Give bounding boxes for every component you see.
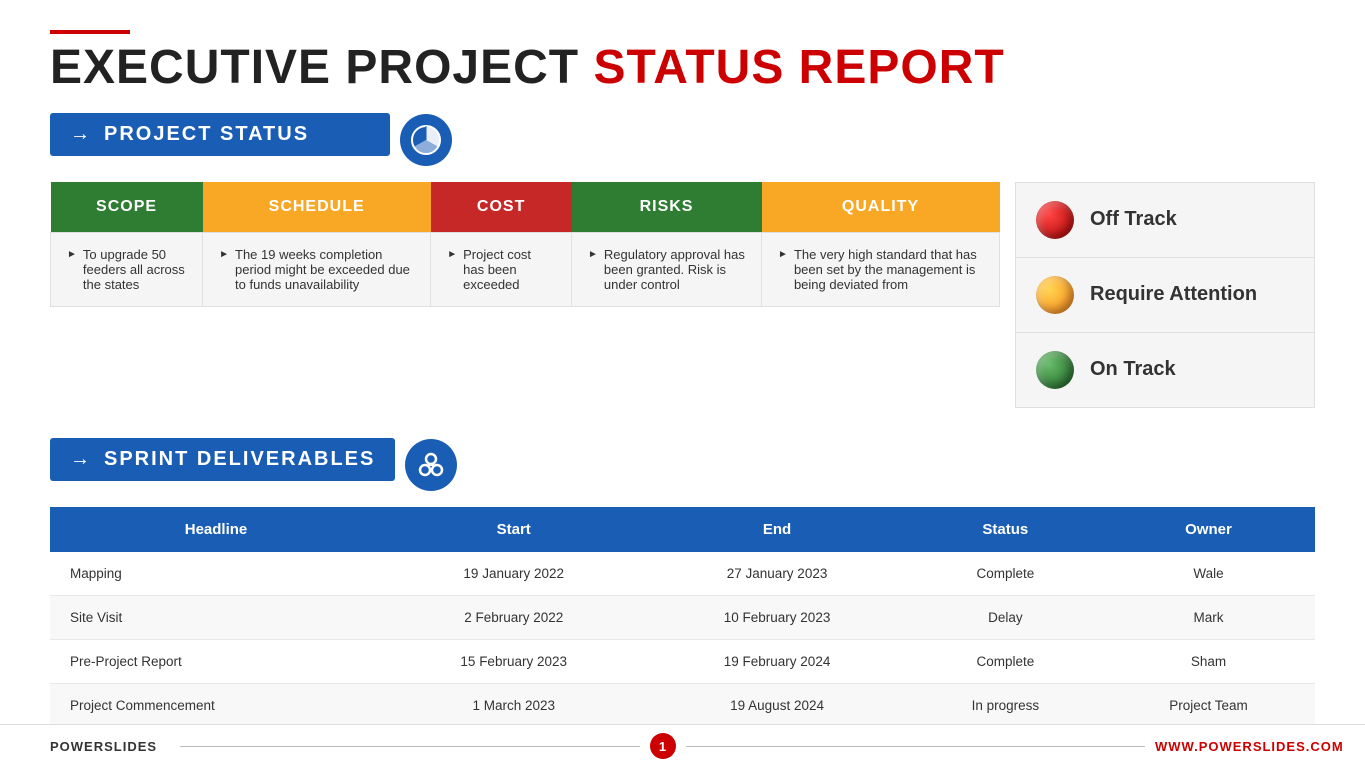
- on-track-dot: [1036, 351, 1074, 389]
- scope-bullet: ► To upgrade 50 feeders all across the s…: [67, 247, 186, 292]
- col-end-header: End: [645, 507, 908, 552]
- project-status-header: → PROJECT STATUS: [50, 113, 390, 156]
- sprint-owner-2: Mark: [1102, 595, 1315, 639]
- arrow-icon-2: →: [70, 448, 90, 471]
- bullet-icon: ►: [67, 249, 77, 260]
- legend-item-off-track: Off Track: [1016, 183, 1314, 258]
- sprint-table-header-row: Headline Start End Status Owner: [50, 507, 1315, 552]
- scope-cell: ► To upgrade 50 feeders all across the s…: [51, 232, 203, 306]
- project-status-icon: [400, 114, 452, 166]
- quality-bullet: ► The very high standard that has been s…: [778, 247, 983, 292]
- quality-text: The very high standard that has been set…: [794, 247, 983, 292]
- bullet-icon: ►: [447, 249, 457, 260]
- risks-cell: ► Regulatory approval has been granted. …: [572, 232, 762, 306]
- status-table-row: ► To upgrade 50 feeders all across the s…: [51, 232, 1000, 306]
- bullet-icon: ►: [219, 249, 229, 260]
- col-schedule-header: SCHEDULE: [203, 182, 431, 233]
- sprint-row-3: Pre-Project Report 15 February 2023 19 F…: [50, 639, 1315, 683]
- sprint-owner-1: Wale: [1102, 552, 1315, 596]
- sprint-row-2: Site Visit 2 February 2022 10 February 2…: [50, 595, 1315, 639]
- title-black: EXECUTIVE PROJECT: [50, 41, 593, 94]
- sprint-owner-4: Project Team: [1102, 683, 1315, 727]
- cost-text: Project cost has been exceeded: [463, 247, 555, 292]
- main-title: EXECUTIVE PROJECT STATUS REPORT: [50, 42, 1315, 95]
- sprint-owner-3: Sham: [1102, 639, 1315, 683]
- sprint-row-1: Mapping 19 January 2022 27 January 2023 …: [50, 552, 1315, 596]
- footer-line-left: [180, 746, 640, 747]
- cost-cell: ► Project cost has been exceeded: [431, 232, 572, 306]
- col-owner-header: Owner: [1102, 507, 1315, 552]
- main-container: EXECUTIVE PROJECT STATUS REPORT → PROJEC…: [0, 0, 1365, 748]
- sprint-end-1: 27 January 2023: [645, 552, 908, 596]
- require-attention-dot: [1036, 276, 1074, 314]
- legend-item-on-track: On Track: [1016, 333, 1314, 407]
- sprint-start-4: 1 March 2023: [382, 683, 645, 727]
- sprint-end-3: 19 February 2024: [645, 639, 908, 683]
- sprint-status-1: Complete: [909, 552, 1102, 596]
- footer-brand: POWERSLIDES: [50, 739, 170, 754]
- footer: POWERSLIDES 1 WWW.POWERSLIDES.COM: [0, 724, 1365, 767]
- footer-line-right: [686, 746, 1146, 747]
- quality-cell: ► The very high standard that has been s…: [762, 232, 1000, 306]
- sprint-headline-2: Site Visit: [50, 595, 382, 639]
- footer-website: WWW.POWERSLIDES.COM: [1155, 739, 1315, 754]
- project-status-section: → PROJECT STATUS SCOPE SCHEDULE: [50, 113, 1315, 408]
- sprint-start-2: 2 February 2022: [382, 595, 645, 639]
- status-table-wrap: SCOPE SCHEDULE COST RISKS QUALITY ► To u…: [50, 182, 1315, 408]
- sprint-status-2: Delay: [909, 595, 1102, 639]
- col-scope-header: SCOPE: [51, 182, 203, 233]
- legend-item-require-attention: Require Attention: [1016, 258, 1314, 333]
- sprint-section: → SPRINT DELIVERABLES Headline: [50, 438, 1315, 728]
- schedule-cell: ► The 19 weeks completion period might b…: [203, 232, 431, 306]
- sprint-headline-1: Mapping: [50, 552, 382, 596]
- legend-box: Off Track Require Attention On Track: [1015, 182, 1315, 408]
- scope-text: To upgrade 50 feeders all across the sta…: [83, 247, 186, 292]
- col-start-header: Start: [382, 507, 645, 552]
- sprint-header: → SPRINT DELIVERABLES: [50, 438, 395, 481]
- bullet-icon: ►: [588, 249, 598, 260]
- footer-page-number: 1: [650, 733, 676, 759]
- schedule-bullet: ► The 19 weeks completion period might b…: [219, 247, 414, 292]
- title-red: STATUS REPORT: [593, 41, 1004, 94]
- status-table: SCOPE SCHEDULE COST RISKS QUALITY ► To u…: [50, 182, 1000, 307]
- sprint-icon: [405, 439, 457, 491]
- col-risks-header: RISKS: [572, 182, 762, 233]
- col-status-header: Status: [909, 507, 1102, 552]
- cost-bullet: ► Project cost has been exceeded: [447, 247, 555, 292]
- off-track-dot: [1036, 201, 1074, 239]
- col-headline-header: Headline: [50, 507, 382, 552]
- title-bar: EXECUTIVE PROJECT STATUS REPORT: [50, 30, 1315, 95]
- bullet-icon: ►: [778, 249, 788, 260]
- risks-text: Regulatory approval has been granted. Ri…: [604, 247, 745, 292]
- sprint-status-3: Complete: [909, 639, 1102, 683]
- sprint-start-3: 15 February 2023: [382, 639, 645, 683]
- sprint-end-2: 10 February 2023: [645, 595, 908, 639]
- sprint-headline-4: Project Commencement: [50, 683, 382, 727]
- off-track-label: Off Track: [1090, 208, 1177, 231]
- trefoil-icon: [416, 450, 446, 480]
- arrow-icon: →: [70, 123, 90, 146]
- sprint-title: SPRINT DELIVERABLES: [104, 448, 375, 471]
- sprint-end-4: 19 August 2024: [645, 683, 908, 727]
- require-attention-label: Require Attention: [1090, 283, 1257, 306]
- on-track-label: On Track: [1090, 358, 1176, 381]
- project-status-title: PROJECT STATUS: [104, 123, 309, 146]
- col-quality-header: QUALITY: [762, 182, 1000, 233]
- sprint-headline-3: Pre-Project Report: [50, 639, 382, 683]
- sprint-status-4: In progress: [909, 683, 1102, 727]
- col-cost-header: COST: [431, 182, 572, 233]
- schedule-text: The 19 weeks completion period might be …: [235, 247, 414, 292]
- status-table-header-row: SCOPE SCHEDULE COST RISKS QUALITY: [51, 182, 1000, 233]
- risks-bullet: ► Regulatory approval has been granted. …: [588, 247, 745, 292]
- sprint-start-1: 19 January 2022: [382, 552, 645, 596]
- title-accent-line: [50, 30, 130, 34]
- sprint-row-4: Project Commencement 1 March 2023 19 Aug…: [50, 683, 1315, 727]
- sprint-table: Headline Start End Status Owner Mapping …: [50, 507, 1315, 728]
- pie-chart-icon: [410, 124, 442, 156]
